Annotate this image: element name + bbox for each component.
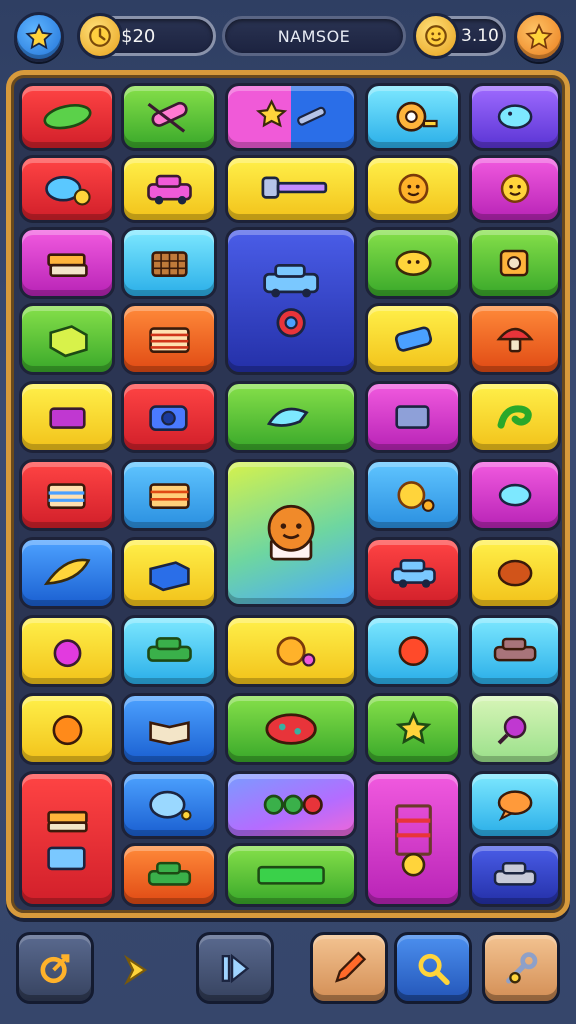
tile-sun-face[interactable] — [469, 155, 561, 223]
game-board — [6, 70, 570, 918]
clock-coin-icon — [77, 13, 123, 59]
coin-amount: $20 — [121, 25, 156, 47]
tile-fish-with-coin[interactable] — [19, 155, 115, 223]
tile-green-swirl[interactable] — [469, 381, 561, 453]
skip-forward-button[interactable] — [196, 932, 274, 1004]
star-icon — [525, 23, 553, 50]
tile-pink-car[interactable] — [121, 155, 217, 223]
tile-blue-car-gear[interactable] — [225, 227, 357, 375]
tile-blue-camera[interactable] — [121, 381, 217, 453]
coin-counter: $20 — [77, 13, 216, 59]
star-menu-button[interactable] — [14, 12, 64, 62]
tile-orange-cat-cupcake[interactable] — [225, 459, 357, 607]
tile-sun-with-coin[interactable] — [365, 459, 461, 531]
target-arrow-icon — [40, 953, 70, 983]
tile-blue-car[interactable] — [365, 537, 461, 609]
tile-speech-bubble[interactable] — [469, 771, 561, 839]
bottom-toolbar — [0, 926, 576, 1016]
tile-blue-book[interactable] — [121, 537, 217, 609]
player-name-plate: NAMSOE — [222, 16, 406, 56]
pencil-icon — [334, 950, 367, 983]
pencil-button[interactable] — [310, 932, 388, 1004]
tile-mushroom[interactable] — [469, 303, 561, 375]
tile-striped-wallet[interactable] — [121, 459, 217, 531]
tile-book-stack-toolbox[interactable] — [19, 771, 115, 907]
target-button[interactable] — [16, 932, 94, 1004]
tile-bubble-cloud[interactable] — [121, 771, 217, 839]
tile-woven-basket[interactable] — [121, 227, 217, 299]
search-button[interactable] — [394, 932, 472, 1004]
tile-green-car[interactable] — [121, 843, 217, 907]
star-icon — [25, 23, 53, 50]
tile-camera-box[interactable] — [469, 227, 561, 299]
star-rewards-button[interactable] — [514, 12, 564, 62]
tile-hammer-ruler[interactable] — [225, 155, 357, 223]
tile-red-blob-face[interactable] — [365, 615, 461, 687]
tile-striped-books[interactable] — [121, 303, 217, 375]
timer-value: 3.10 — [461, 26, 499, 46]
tile-book-stack[interactable] — [19, 227, 115, 299]
tile-star-and-wrench[interactable] — [225, 83, 357, 151]
key-wrench-icon — [505, 951, 538, 984]
tile-round-key[interactable] — [469, 693, 561, 765]
top-hud: $20 NAMSOE 3.10 — [0, 8, 576, 64]
tile-fish-rocket[interactable] — [225, 381, 357, 453]
player-name: NAMSOE — [277, 26, 351, 46]
skip-forward-icon — [221, 953, 250, 983]
tile-picture-book[interactable] — [19, 459, 115, 531]
tile-fish-bubble[interactable] — [469, 83, 561, 151]
tile-gears-and-wrench[interactable] — [225, 771, 357, 839]
timer-counter: 3.10 — [413, 13, 506, 59]
smiley-coin-icon — [413, 13, 459, 59]
tile-camera-pipe[interactable] — [365, 303, 461, 375]
tile-book[interactable] — [19, 381, 115, 453]
tile-sun-with-coin[interactable] — [225, 615, 357, 687]
tile-cucumber[interactable] — [19, 83, 115, 151]
tile-feather-pen[interactable] — [19, 537, 115, 609]
tile-open-book[interactable] — [121, 693, 217, 765]
tile-green-bar[interactable] — [225, 843, 357, 907]
tile-chair-ladder[interactable] — [365, 771, 461, 907]
tile-ladybug-car[interactable] — [225, 693, 357, 765]
tile-tape-measure[interactable] — [365, 83, 461, 151]
tile-bubble-fish[interactable] — [469, 459, 561, 531]
tile-paint-roller-tools[interactable] — [121, 83, 217, 151]
tile-gift-box[interactable] — [19, 303, 115, 375]
play-arrow-icon[interactable] — [118, 952, 154, 988]
tile-chestnut[interactable] — [469, 537, 561, 609]
tools-button[interactable] — [482, 932, 560, 1004]
tile-grey-car[interactable] — [469, 843, 561, 907]
tile-smiling-leaf[interactable] — [365, 227, 461, 299]
magnifier-icon — [418, 953, 450, 985]
tile-brown-car[interactable] — [469, 615, 561, 687]
tile-sun-face[interactable] — [365, 155, 461, 223]
tile-cash-register[interactable] — [365, 381, 461, 453]
tile-pink-bell[interactable] — [19, 615, 115, 687]
tile-green-star[interactable] — [365, 693, 461, 765]
tile-orange-fruit[interactable] — [19, 693, 115, 765]
tile-green-car[interactable] — [121, 615, 217, 687]
